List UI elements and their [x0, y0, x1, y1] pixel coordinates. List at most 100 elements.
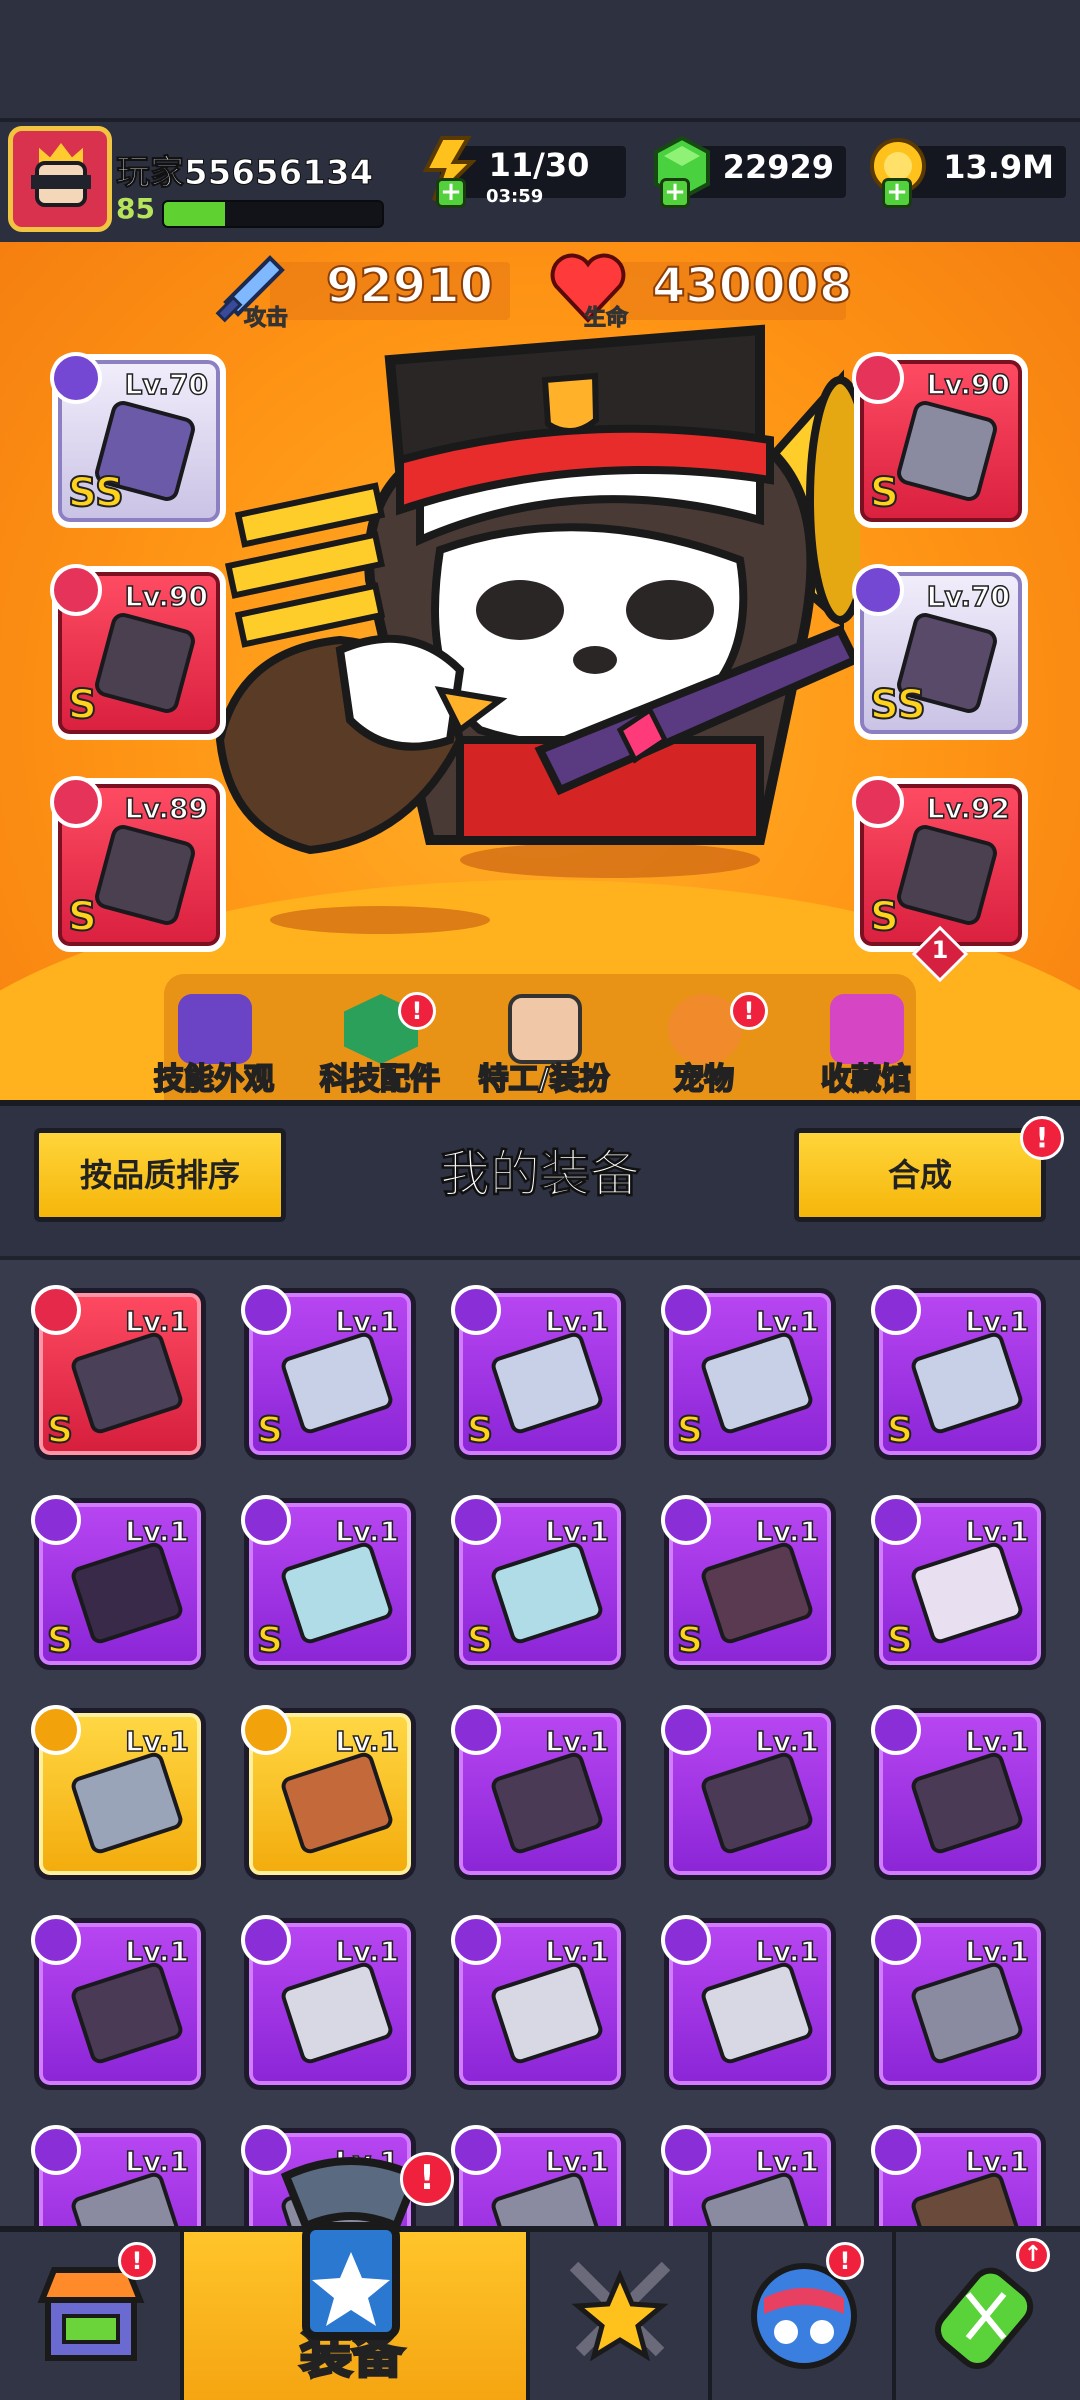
equipped-slot-gloves[interactable]: Lv.89 S [50, 776, 226, 952]
item-level: Lv.1 [124, 1514, 189, 1549]
feature-collection[interactable]: 收藏馆 [766, 990, 966, 1100]
notification-badge: ! [730, 992, 768, 1030]
fang-necklace-icon [278, 1750, 396, 1856]
item-level: Lv.1 [964, 1934, 1029, 1969]
item-level: Lv.1 [964, 2144, 1029, 2179]
inventory-item-saber[interactable]: Lv.1 [241, 1915, 416, 2090]
item-type-icon [871, 1285, 921, 1335]
inventory-item-kunai[interactable]: Lv.1 [661, 1705, 836, 1880]
equipped-slot-belt[interactable]: Lv.70 SS [852, 564, 1028, 740]
inventory-item-boots[interactable]: Lv.1 S [871, 1495, 1046, 1670]
inventory-item-saber[interactable]: Lv.1 [451, 1915, 626, 2090]
item-level: Lv.1 [754, 1724, 819, 1759]
item-level: Lv.1 [124, 1304, 189, 1339]
player-avatar[interactable] [8, 126, 112, 232]
item-level: Lv.1 [754, 2144, 819, 2179]
slot-level: Lv.90 [124, 579, 209, 614]
item-level: Lv.1 [334, 1724, 399, 1759]
inventory-item-revolver[interactable]: Lv.1 [871, 1915, 1046, 2090]
system-status-bar [0, 0, 1080, 118]
add-gems-button[interactable]: + [660, 178, 690, 208]
nav-tab-shop[interactable]: ! [0, 2232, 184, 2400]
kunai-icon [698, 1750, 816, 1856]
blaster-icon [278, 1330, 396, 1436]
energy-value: 11/30 [488, 146, 590, 184]
item-type-icon [451, 1285, 501, 1335]
gem-value: 22929 [722, 148, 834, 186]
gloves-type-icon [50, 776, 102, 828]
slot-rank: S [67, 893, 98, 941]
crossed-swords-star-icon [569, 2261, 671, 2362]
nav-tab-world[interactable]: ! [712, 2232, 896, 2400]
add-energy-button[interactable]: + [436, 178, 466, 208]
item-rank: S [256, 1409, 284, 1452]
item-rank: S [886, 1619, 914, 1662]
inventory-item-armor[interactable]: Lv.1 [31, 1705, 206, 1880]
equipped-slot-necklace[interactable]: Lv.90 S [50, 564, 226, 740]
item-level: Lv.1 [754, 1514, 819, 1549]
kunai-icon [68, 1960, 186, 2066]
hero-character [215, 324, 860, 934]
sort-by-quality-button[interactable]: 按品质排序 [34, 1128, 286, 1222]
saber-icon [488, 1960, 606, 2066]
item-type-icon [241, 1705, 291, 1755]
inventory-item-gauntlet[interactable]: Lv.1 S [451, 1495, 626, 1670]
item-level: Lv.1 [334, 1934, 399, 1969]
item-level: Lv.1 [964, 1514, 1029, 1549]
item-type-icon [661, 1915, 711, 1965]
slot-rank: SS [67, 469, 125, 517]
dna-capsule-icon [934, 2267, 1034, 2369]
item-type-icon [241, 1495, 291, 1545]
feature-label: 收藏馆 [820, 1061, 912, 1098]
inventory-item-shuriken[interactable]: Lv.1 S [31, 1495, 206, 1670]
inventory-item-saber[interactable]: Lv.1 [661, 1915, 836, 2090]
gauntlet-icon [278, 1540, 396, 1646]
item-type-icon [31, 1285, 81, 1335]
slot-level: Lv.92 [926, 791, 1011, 826]
item-level: Lv.1 [334, 1514, 399, 1549]
item-level: Lv.1 [544, 1724, 609, 1759]
item-level: Lv.1 [544, 1514, 609, 1549]
inventory-item-fang-necklace[interactable]: Lv.1 [241, 1705, 416, 1880]
inventory-item-kunai[interactable]: Lv.1 [871, 1705, 1046, 1880]
item-rank: S [46, 1619, 74, 1662]
inventory-item-blaster[interactable]: Lv.1 S [661, 1285, 836, 1460]
slot-rank: SS [869, 681, 927, 729]
item-level: Lv.1 [124, 1724, 189, 1759]
inventory-item-kunai[interactable]: Lv.1 [451, 1705, 626, 1880]
belt-type-icon [852, 564, 904, 616]
blaster-icon [908, 1330, 1026, 1436]
energy-timer: 03:59 [486, 186, 544, 207]
equipped-slot-armor[interactable]: Lv.90 S [852, 352, 1028, 528]
item-type-icon [241, 1285, 291, 1335]
item-level: Lv.1 [754, 1934, 819, 1969]
saber-icon [698, 1960, 816, 2066]
inventory-item-belt[interactable]: Lv.1 S [31, 1285, 206, 1460]
item-type-icon [31, 2125, 81, 2175]
equipped-slot-weapon[interactable]: Lv.70 SS [50, 352, 226, 528]
inventory-item-gauntlet[interactable]: Lv.1 S [241, 1495, 416, 1670]
inventory-item-blaster[interactable]: Lv.1 S [451, 1285, 626, 1460]
boots-type-icon [852, 776, 904, 828]
item-type-icon [661, 1705, 711, 1755]
slot-level: Lv.89 [124, 791, 209, 826]
add-coins-button[interactable]: + [882, 178, 912, 208]
item-type-icon [661, 2125, 711, 2175]
kunai-icon [908, 1750, 1026, 1856]
item-type-icon [871, 2125, 921, 2175]
nav-tab-evolve[interactable]: ↑ [896, 2232, 1080, 2400]
gauntlet-icon [488, 1540, 606, 1646]
saber-icon [278, 1960, 396, 2066]
slot-level: Lv.70 [124, 367, 209, 402]
item-rank: S [886, 1409, 914, 1452]
hp-value: 430008 [651, 257, 853, 315]
slot-rank: S [869, 893, 900, 941]
inventory-item-blaster[interactable]: Lv.1 S [241, 1285, 416, 1460]
inventory-item-blaster[interactable]: Lv.1 S [871, 1285, 1046, 1460]
dark-gauntlet-icon [698, 1540, 816, 1646]
inventory-item-kunai[interactable]: Lv.1 [31, 1915, 206, 2090]
merge-button[interactable]: 合成 [794, 1128, 1046, 1222]
nav-tab-battle[interactable] [530, 2232, 712, 2400]
inventory-item-dark-gauntlet[interactable]: Lv.1 S [661, 1495, 836, 1670]
item-type-icon [871, 1705, 921, 1755]
